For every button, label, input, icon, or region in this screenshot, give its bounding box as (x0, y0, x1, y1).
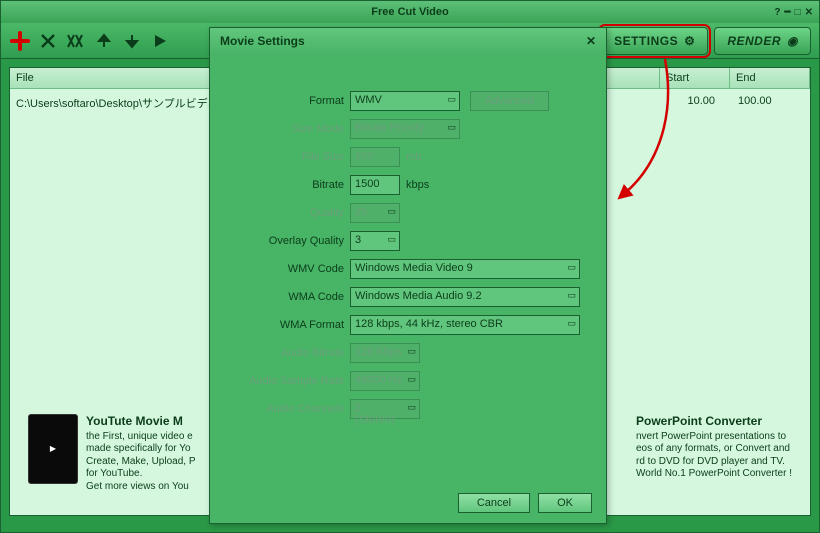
move-down-icon[interactable] (121, 30, 143, 52)
add-icon[interactable] (9, 30, 31, 52)
promo-right-title: PowerPoint Converter (636, 414, 792, 428)
file-size-input: 100 (350, 147, 400, 167)
render-button[interactable]: RENDER ◉ (714, 27, 811, 55)
col-start[interactable]: Start (660, 68, 730, 88)
settings-label: SETTINGS (614, 34, 678, 48)
help-icon[interactable]: ? (774, 7, 780, 18)
format-select[interactable]: WMV (350, 91, 460, 111)
label-audio-sample-rate: Audio Sample Rate (220, 375, 350, 387)
cell-start: 10.00 (660, 89, 730, 117)
delete-icon[interactable] (37, 30, 59, 52)
label-file-size: File Size (220, 151, 350, 163)
gear-icon: ⚙ (684, 34, 695, 48)
label-quality: Quality (220, 207, 350, 219)
col-end[interactable]: End (730, 68, 810, 88)
label-overlay-quality: Overlay Quality (220, 235, 350, 247)
app-title: Free Cut Video (1, 6, 819, 18)
advanced-button: Advanced (470, 91, 549, 111)
movie-settings-dialog: Movie Settings ✕ Format WMV Advanced Siz… (209, 27, 607, 524)
audio-channels-select: 2 (Stereo) (350, 399, 420, 419)
title-bar: Free Cut Video ? ━ □ ✕ (1, 1, 819, 23)
ok-button[interactable]: OK (538, 493, 592, 513)
label-audio-channels: Audio Channels (220, 403, 350, 415)
cancel-button[interactable]: Cancel (458, 493, 530, 513)
disc-icon: ◉ (787, 34, 798, 48)
size-mode-select: Bitrate Priority (350, 119, 460, 139)
dialog-title: Movie Settings (220, 34, 305, 48)
minimize-icon[interactable]: ━ (785, 7, 791, 18)
wmv-code-select[interactable]: Windows Media Video 9 (350, 259, 580, 279)
audio-bitrate-select: 128 Kbps (350, 343, 420, 363)
delete-all-icon[interactable] (65, 30, 87, 52)
label-wmv-code: WMV Code (220, 263, 350, 275)
settings-button[interactable]: SETTINGS ⚙ (601, 27, 708, 55)
promo-thumb-icon: ▶ (28, 414, 78, 484)
label-bitrate: Bitrate (220, 179, 350, 191)
wma-format-select[interactable]: 128 kbps, 44 kHz, stereo CBR (350, 315, 580, 335)
bitrate-input[interactable]: 1500 (350, 175, 400, 195)
label-size-mode: Size Mode (220, 123, 350, 135)
audio-sample-rate-select: 48000 Hz (350, 371, 420, 391)
render-label: RENDER (727, 34, 781, 48)
dialog-close-icon[interactable]: ✕ (586, 34, 596, 48)
label-audio-bitrate: Audio Bitrate (220, 347, 350, 359)
cell-end: 100.00 (730, 89, 810, 117)
overlay-quality-select[interactable]: 3 (350, 231, 400, 251)
move-up-icon[interactable] (93, 30, 115, 52)
wma-code-select[interactable]: Windows Media Audio 9.2 (350, 287, 580, 307)
promo-left-title: YouTute Movie M (86, 414, 196, 428)
play-icon[interactable] (149, 30, 171, 52)
quality-select: 25 (350, 203, 400, 223)
label-format: Format (220, 95, 350, 107)
close-icon[interactable]: ✕ (805, 7, 813, 18)
maximize-icon[interactable]: □ (795, 7, 801, 18)
label-wma-format: WMA Format (220, 319, 350, 331)
label-wma-code: WMA Code (220, 291, 350, 303)
